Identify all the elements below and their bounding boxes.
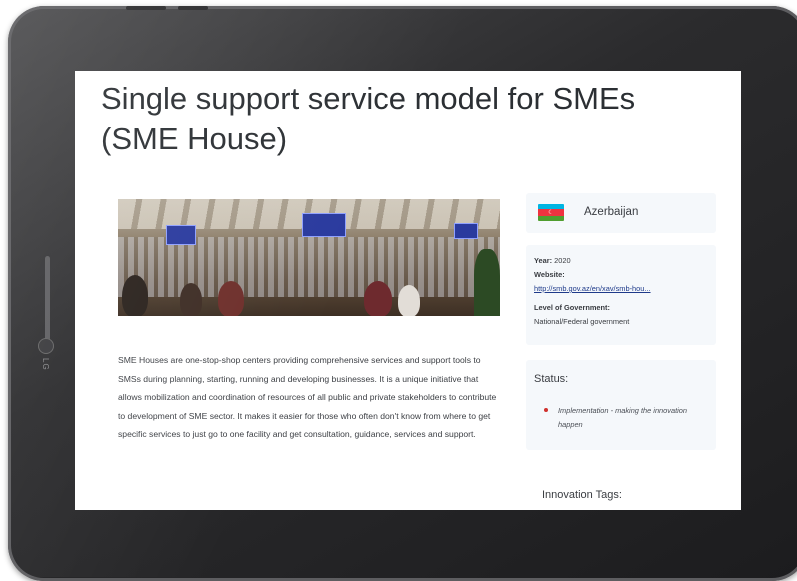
page-title: Single support service model for SMEs (S…	[101, 81, 636, 156]
info-card: Year: 2020 Website: http://smb.gov.az/en…	[526, 245, 716, 345]
country-card: ☾ Azerbaijan	[526, 193, 716, 233]
country-name: Azerbaijan	[584, 206, 639, 218]
sign-icon	[454, 223, 478, 239]
status-item: Implementation - making the innovation h…	[558, 406, 687, 429]
volume-button	[178, 6, 208, 10]
description-text: SME Houses are one-stop-shop centers pro…	[118, 355, 497, 440]
speaker-slot	[45, 256, 50, 346]
azerbaijan-flag-icon: ☾	[538, 204, 564, 221]
bullet-icon	[544, 408, 548, 412]
power-button	[126, 6, 166, 10]
status-title: Status:	[534, 373, 569, 385]
website-link[interactable]: http://smb.gov.az/en/xav/smb-hou...	[534, 284, 710, 293]
camera-icon	[38, 338, 54, 354]
sign-icon	[166, 225, 196, 245]
level-value: National/Federal government	[534, 317, 630, 326]
device-brand: LG	[41, 358, 50, 371]
innovation-tags-title: Innovation Tags:	[542, 489, 622, 501]
year-value: 2020	[554, 256, 571, 265]
screen: Single support service model for SMEs (S…	[75, 71, 741, 510]
website-label: Website:	[534, 270, 565, 279]
year-label: Year:	[534, 256, 553, 265]
sign-icon	[302, 213, 346, 237]
status-card: Status: Implementation - making the inno…	[526, 360, 716, 450]
year-row: Year: 2020	[534, 256, 571, 265]
hero-image	[118, 199, 500, 316]
level-label: Level of Government:	[534, 303, 610, 312]
